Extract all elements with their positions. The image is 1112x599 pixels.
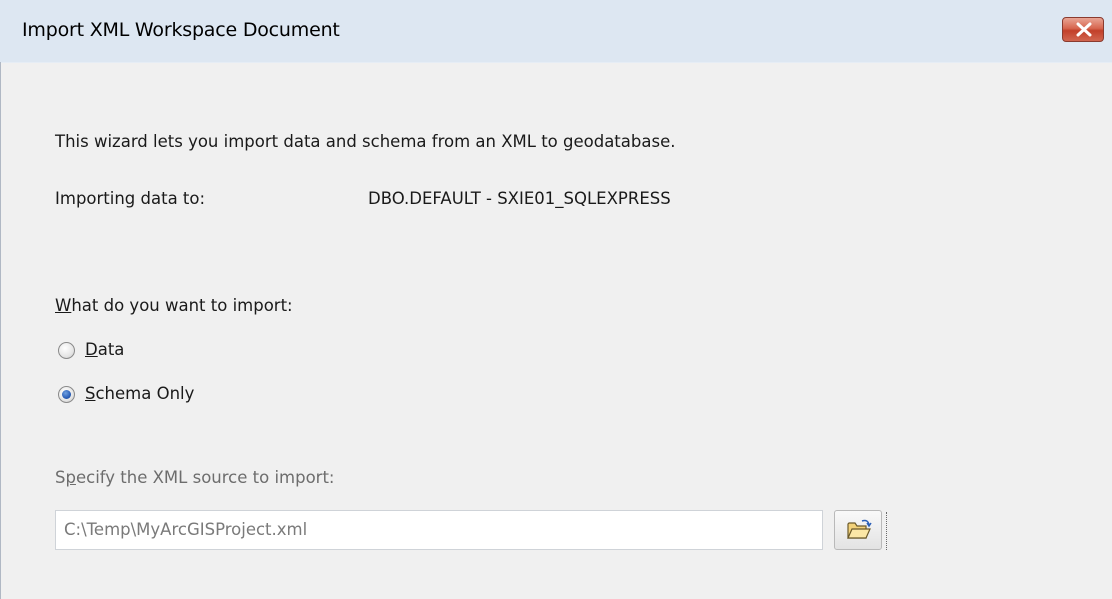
label-rest: ecify the XML source to import: xyxy=(75,468,335,487)
radio-selected-dot xyxy=(62,390,71,399)
mnemonic-char: p xyxy=(65,468,76,487)
import-question-label: What do you want to import: xyxy=(55,296,293,315)
xml-source-label: Specify the XML source to import: xyxy=(55,468,335,487)
close-button[interactable] xyxy=(1062,17,1104,42)
option-text: ata xyxy=(97,340,125,359)
data-radio-button[interactable] xyxy=(58,342,75,359)
mnemonic-char: D xyxy=(85,340,98,359)
focus-edge xyxy=(886,512,887,550)
option-text: chema Only xyxy=(95,384,195,403)
window-title: Import XML Workspace Document xyxy=(22,19,340,41)
mnemonic-char: W xyxy=(55,296,72,315)
open-folder-icon xyxy=(847,519,872,539)
title-bar: Import XML Workspace Document xyxy=(0,0,1112,63)
browse-button[interactable] xyxy=(834,510,882,550)
mnemonic-char: S xyxy=(85,384,96,403)
xml-source-input[interactable]: C:\Temp\MyArcGISProject.xml xyxy=(55,510,823,550)
question-text: hat do you want to import: xyxy=(71,296,293,315)
xml-source-value: C:\Temp\MyArcGISProject.xml xyxy=(64,520,308,539)
importing-label: Importing data to: xyxy=(55,189,206,208)
schema-only-radio-label[interactable]: Schema Only xyxy=(85,384,194,403)
import-xml-dialog: Import XML Workspace Document This wizar… xyxy=(0,0,1112,599)
intro-text: This wizard lets you import data and sch… xyxy=(55,132,676,151)
label-start: S xyxy=(55,468,66,487)
close-icon xyxy=(1076,22,1092,37)
data-radio-label[interactable]: Data xyxy=(85,340,124,359)
importing-target-value: DBO.DEFAULT - SXIE01_SQLEXPRESS xyxy=(368,189,671,208)
schema-only-radio-button[interactable] xyxy=(58,386,75,403)
